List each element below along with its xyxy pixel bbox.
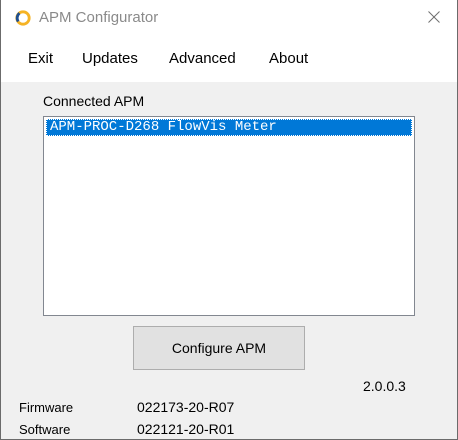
- connected-apm-list[interactable]: APM-PROC-D268 FlowVis Meter: [43, 116, 415, 316]
- firmware-label: Firmware: [19, 400, 74, 415]
- menu-updates[interactable]: Updates: [82, 50, 138, 67]
- connected-apm-label: Connected APM: [43, 93, 145, 109]
- apm-logo-icon: [15, 10, 31, 26]
- close-icon: [428, 10, 440, 26]
- software-label: Software: [19, 422, 71, 437]
- close-button[interactable]: [411, 0, 457, 36]
- title-bar[interactable]: APM Configurator: [1, 0, 457, 36]
- app-window: APM Configurator Exit Updates Advanced A…: [0, 0, 458, 440]
- version-text: 2.0.0.3: [363, 378, 406, 394]
- menu-advanced[interactable]: Advanced: [169, 50, 236, 67]
- menu-exit[interactable]: Exit: [28, 50, 53, 67]
- main-panel: Connected APM APM-PROC-D268 FlowVis Mete…: [1, 82, 457, 439]
- list-item-selected[interactable]: APM-PROC-D268 FlowVis Meter: [46, 119, 412, 136]
- menu-about[interactable]: About: [269, 50, 308, 67]
- software-value: 022121-20-R01: [137, 421, 235, 437]
- firmware-value: 022173-20-R07: [137, 399, 235, 415]
- window-title: APM Configurator: [39, 9, 159, 26]
- configure-apm-button[interactable]: Configure APM: [133, 326, 305, 370]
- menu-bar: Exit Updates Advanced About: [1, 36, 457, 82]
